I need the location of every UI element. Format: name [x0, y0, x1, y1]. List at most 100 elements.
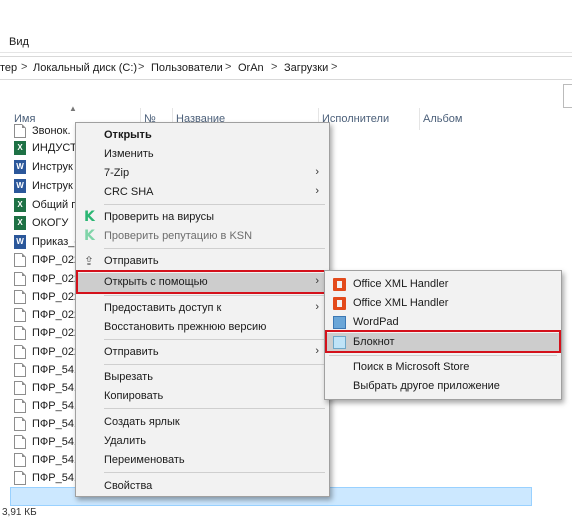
sort-up-icon: ▲	[69, 104, 77, 113]
file-name: ПФР_022	[32, 346, 81, 358]
file-name: ПФР_022	[32, 291, 81, 303]
menu-item-crc-sha[interactable]: CRC SHA ›	[76, 183, 329, 202]
menu-item-7zip[interactable]: 7-Zip ›	[76, 164, 329, 183]
file-name: Звонок.	[32, 125, 71, 137]
menu-item-check-ksn[interactable]: K Проверить репутацию в KSN	[76, 227, 329, 246]
submenu-item-office-xml-2[interactable]: Office XML Handler	[325, 294, 561, 313]
status-text: 3,91 КБ	[2, 507, 37, 518]
document-icon	[14, 381, 26, 395]
menu-item-copy[interactable]: Копировать	[76, 387, 329, 406]
document-icon	[14, 345, 26, 359]
breadcrumb-computer[interactable]: тер	[0, 62, 17, 74]
kaspersky-icon: K	[84, 228, 95, 244]
menu-item-restore-version[interactable]: Восстановить прежнюю версию	[76, 318, 329, 337]
chevron-right-icon: ›	[315, 301, 319, 313]
word-icon: W	[14, 160, 26, 174]
document-icon	[14, 453, 26, 467]
menu-item-edit[interactable]: Изменить	[76, 145, 329, 164]
menu-item-open[interactable]: Открыть	[76, 126, 329, 145]
menu-item-delete[interactable]: Удалить	[76, 432, 329, 451]
status-bar	[0, 506, 572, 518]
menu-item-create-shortcut[interactable]: Создать ярлык	[76, 413, 329, 432]
file-name: Инструк	[32, 161, 73, 173]
breadcrumb-separator[interactable]: >	[21, 61, 27, 73]
file-name: ПФР_541	[32, 454, 81, 466]
file-name: Инструк	[32, 180, 73, 192]
chevron-right-icon: ›	[315, 185, 319, 197]
menu-separator	[104, 339, 325, 340]
menu-separator	[104, 364, 325, 365]
submenu-item-wordpad[interactable]: WordPad	[325, 313, 561, 332]
menu-item-share-send[interactable]: ⇪ Отправить	[76, 252, 329, 271]
menu-separator	[104, 408, 325, 409]
menu-item-properties[interactable]: Свойства	[76, 477, 329, 496]
breadcrumb-separator[interactable]: >	[271, 61, 277, 73]
submenu-item-notepad[interactable]: Блокнот	[325, 333, 561, 352]
ribbon	[0, 0, 572, 53]
chevron-right-icon: ›	[315, 275, 319, 287]
submenu-item-choose-other[interactable]: Выбрать другое приложение	[325, 377, 561, 396]
kaspersky-icon: K	[84, 209, 95, 225]
document-icon	[14, 272, 26, 286]
breadcrumb-downloads[interactable]: Загрузки	[284, 62, 328, 74]
file-name: ПФР_541	[32, 418, 81, 430]
menu-item-cut[interactable]: Вырезать	[76, 368, 329, 387]
document-icon	[14, 363, 26, 377]
document-icon	[14, 308, 26, 322]
file-name: ПФР_541	[32, 472, 81, 484]
file-name: ПФР_022	[32, 327, 81, 339]
wordpad-icon	[333, 316, 346, 329]
menu-separator	[104, 204, 325, 205]
menu-separator	[104, 472, 325, 473]
file-name: ОКОГУ	[32, 217, 69, 229]
menu-item-scan-virus[interactable]: K Проверить на вирусы	[76, 208, 329, 227]
submenu-item-store[interactable]: Поиск в Microsoft Store	[325, 358, 561, 377]
file-name: Общий п	[32, 199, 78, 211]
office-icon	[333, 297, 346, 310]
document-icon	[14, 435, 26, 449]
word-icon: W	[14, 179, 26, 193]
chevron-right-icon: ›	[315, 166, 319, 178]
word-icon: W	[14, 235, 26, 249]
file-name: ПФР_022	[32, 273, 81, 285]
column-header-album[interactable]: Альбом	[423, 113, 462, 125]
file-name: Приказ_с	[32, 236, 80, 248]
chevron-right-icon: ›	[315, 345, 319, 357]
notepad-icon	[333, 336, 346, 349]
breadcrumb-separator[interactable]: >	[225, 61, 231, 73]
file-name: ПФР_541	[32, 436, 81, 448]
menu-separator	[329, 355, 557, 356]
address-bar[interactable]: тер > Локальный диск (C:) > Пользователи…	[0, 56, 572, 80]
excel-icon: X	[14, 141, 26, 155]
file-name: ПФР_541	[32, 382, 81, 394]
file-name: ИНДУСТ	[32, 142, 77, 154]
menu-item-open-with[interactable]: Открыть с помощью ›	[76, 273, 329, 292]
document-icon	[14, 326, 26, 340]
menu-separator	[104, 295, 325, 296]
excel-icon: X	[14, 216, 26, 230]
context-menu: Открыть Изменить 7-Zip › CRC SHA › K Провер…	[75, 122, 330, 497]
ribbon-tab-view[interactable]: Вид	[9, 36, 29, 48]
file-name: ПФР_022	[32, 254, 81, 266]
document-icon	[14, 471, 26, 485]
menu-item-rename[interactable]: Переименовать	[76, 451, 329, 470]
menu-item-give-access[interactable]: Предоставить доступ к ›	[76, 299, 329, 318]
document-icon	[14, 124, 26, 138]
breadcrumb-local-disk[interactable]: Локальный диск (C:)	[33, 62, 137, 74]
file-name: ПФР_541	[32, 400, 81, 412]
column-divider[interactable]	[419, 108, 420, 130]
document-icon	[14, 290, 26, 304]
file-name: ПФР_541	[32, 364, 81, 376]
menu-item-send-to[interactable]: Отправить ›	[76, 343, 329, 362]
breadcrumb-user[interactable]: OrAn	[238, 62, 264, 74]
column-header-artist[interactable]: Исполнители	[322, 113, 389, 125]
breadcrumb-separator[interactable]: >	[331, 61, 337, 73]
submenu-item-office-xml-1[interactable]: Office XML Handler	[325, 275, 561, 294]
menu-separator	[104, 248, 325, 249]
search-box-edge[interactable]	[563, 84, 572, 108]
breadcrumb-users[interactable]: Пользователи	[151, 62, 223, 74]
open-with-submenu: Office XML Handler Office XML Handler Wo…	[324, 270, 562, 400]
document-icon	[14, 399, 26, 413]
breadcrumb-separator[interactable]: >	[138, 61, 144, 73]
file-name: ПФР_022	[32, 309, 81, 321]
